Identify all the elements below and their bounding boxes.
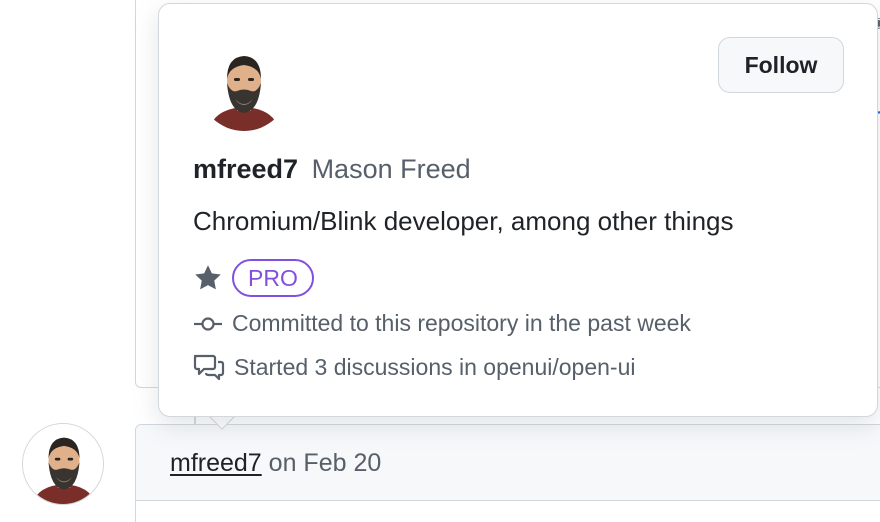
activity-row-commits: Committed to this repository in the past… bbox=[193, 310, 691, 337]
pro-badge[interactable]: PRO bbox=[232, 259, 314, 297]
comment-avatar[interactable] bbox=[22, 423, 104, 505]
hovercard-bio: Chromium/Blink developer, among other th… bbox=[193, 206, 734, 236]
git-commit-icon bbox=[194, 316, 222, 331]
comment-date[interactable]: on Feb 20 bbox=[269, 449, 382, 477]
user-hovercard: Follow mfreed7 Mason Freed Chromium/Blin… bbox=[158, 3, 878, 417]
avatar-illustration bbox=[199, 41, 289, 131]
activity-row-discussions: Started 3 discussions in openui/open-ui bbox=[193, 353, 635, 381]
follow-button[interactable]: Follow bbox=[718, 37, 844, 93]
star-icon bbox=[195, 265, 221, 290]
comment-box: mfreed7 on Feb 20 bbox=[135, 424, 880, 522]
comment-discussion-icon bbox=[193, 354, 225, 381]
hovercard-badges: PRO bbox=[193, 259, 314, 297]
comment-header: mfreed7 on Feb 20 bbox=[136, 425, 880, 501]
hovercard-login[interactable]: mfreed7 bbox=[193, 154, 298, 184]
avatar-illustration bbox=[23, 424, 103, 504]
hovercard-full-name: Mason Freed bbox=[311, 154, 471, 184]
activity-text: Committed to this repository in the past… bbox=[232, 310, 691, 336]
activity-text: Started 3 discussions in openui/open-ui bbox=[234, 353, 636, 380]
hovercard-avatar[interactable] bbox=[199, 41, 289, 131]
comment-author-link[interactable]: mfreed7 bbox=[170, 449, 262, 477]
hovercard-name-line: mfreed7 Mason Freed bbox=[193, 154, 471, 185]
